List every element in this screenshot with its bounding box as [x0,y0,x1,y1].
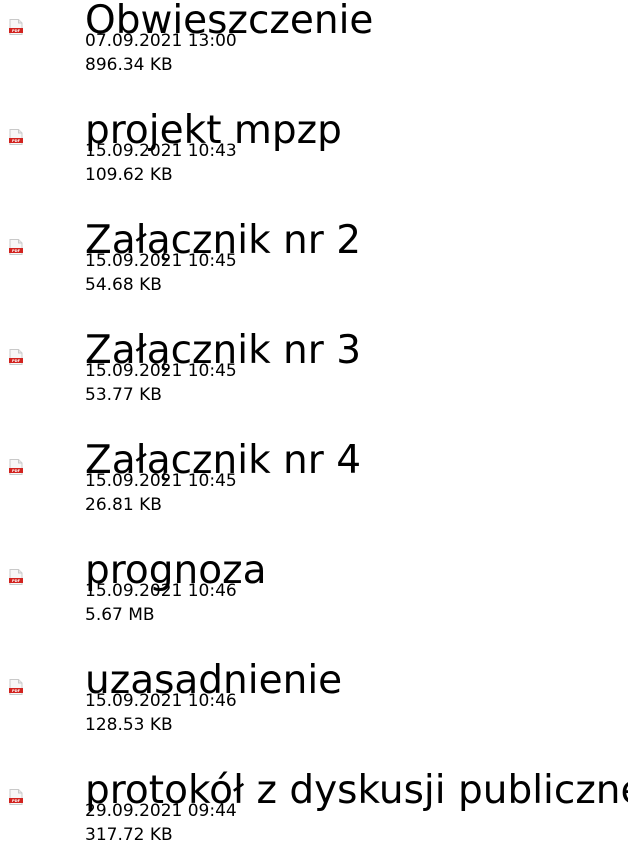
file-size: 53.77 KB [85,385,162,405]
pdf-badge-label: PDF [12,29,21,33]
attachment-item: PDF Obwieszczenie 07.09.2021 13:00 896.3… [0,0,628,100]
file-date: 15.09.2021 10:45 [85,471,237,491]
file-size: 109.62 KB [85,165,173,185]
attachment-item: PDF Załącznik nr 2 15.09.2021 10:45 54.6… [0,218,628,320]
pdf-file-icon[interactable]: PDF [9,459,23,475]
attachment-item: PDF Załącznik nr 3 15.09.2021 10:45 53.7… [0,328,628,430]
file-date: 07.09.2021 13:00 [85,31,237,51]
file-date: 15.09.2021 10:45 [85,361,237,381]
file-date: 15.09.2021 10:45 [85,251,237,271]
attachment-item: PDF uzasadnienie 15.09.2021 10:46 128.53… [0,658,628,760]
file-date: 29.09.2021 09:44 [85,801,237,821]
attachment-item: PDF projekt mpzp 15.09.2021 10:43 109.62… [0,108,628,210]
attachment-item: PDF protokół z dyskusji publicznej 29.09… [0,768,628,850]
pdf-file-icon[interactable]: PDF [9,19,23,35]
pdf-badge-label: PDF [12,359,21,363]
attachment-item: PDF Załącznik nr 4 15.09.2021 10:45 26.8… [0,438,628,540]
pdf-badge-label: PDF [12,139,21,143]
file-size: 128.53 KB [85,715,173,735]
pdf-file-icon[interactable]: PDF [9,789,23,805]
file-date: 15.09.2021 10:43 [85,141,237,161]
file-date: 15.09.2021 10:46 [85,691,237,711]
file-date: 15.09.2021 10:46 [85,581,237,601]
file-size: 317.72 KB [85,825,173,845]
pdf-badge-label: PDF [12,579,21,583]
file-size: 26.81 KB [85,495,162,515]
pdf-file-icon[interactable]: PDF [9,239,23,255]
file-size: 54.68 KB [85,275,162,295]
pdf-file-icon[interactable]: PDF [9,129,23,145]
pdf-file-icon[interactable]: PDF [9,679,23,695]
pdf-badge-label: PDF [12,469,21,473]
file-size: 5.67 MB [85,605,155,625]
pdf-badge-label: PDF [12,689,21,693]
pdf-badge-label: PDF [12,249,21,253]
file-size: 896.34 KB [85,55,173,75]
pdf-badge-label: PDF [12,799,21,803]
attachment-item: PDF prognoza 15.09.2021 10:46 5.67 MB [0,548,628,650]
pdf-file-icon[interactable]: PDF [9,569,23,585]
attachment-list: PDF Obwieszczenie 07.09.2021 13:00 896.3… [0,0,628,850]
pdf-file-icon[interactable]: PDF [9,349,23,365]
